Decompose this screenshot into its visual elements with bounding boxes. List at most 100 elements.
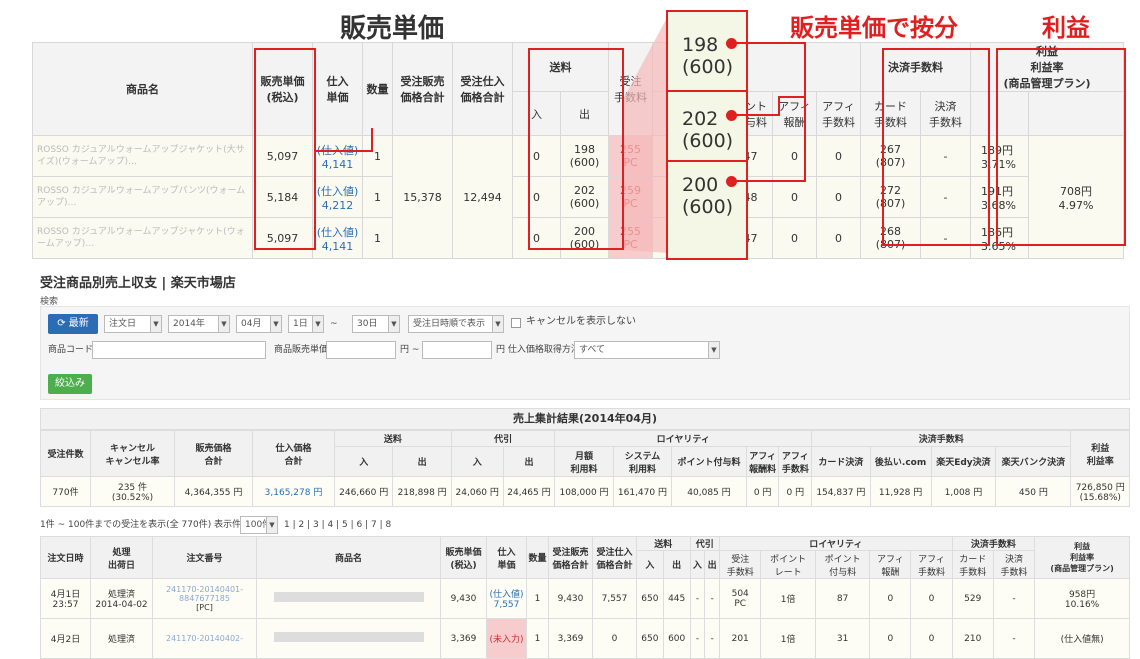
summary-value: 1,008 円 — [930, 476, 997, 507]
cod-in-cell: - — [689, 578, 706, 619]
detail-sub: アフィ 手数料 — [910, 550, 953, 579]
summary-sub: ポイント付与料 — [671, 446, 747, 477]
settle-cell: - — [992, 618, 1036, 659]
affi-charge-cell: 0 — [816, 135, 861, 177]
cod-in-cell: - — [689, 618, 706, 659]
pager-text: 1件 ~ 100件までの受注を表示(全 770件) 表示件数 — [40, 520, 251, 530]
summary-header: 受注件数 — [40, 430, 91, 477]
order-number-link[interactable]: 241170-20140402- — [152, 618, 257, 659]
annotation-title-apportion: 販売単価で按分 — [790, 14, 958, 42]
point-fee-cell: 87 — [814, 578, 871, 619]
detail-header: 販売単価 (税込) — [440, 536, 487, 579]
cost-link[interactable]: (仕入値)4,141 — [312, 217, 363, 259]
highlight-shipping-column — [528, 48, 624, 250]
cancel-checkbox-label: キャンセルを表示しない — [526, 316, 636, 327]
affi-charge-cell: 0 — [816, 217, 861, 259]
product-name — [256, 618, 441, 659]
cost-method-label: 円 仕入価格取得方法 — [496, 345, 580, 355]
ship-out-cell: 445 — [662, 578, 691, 619]
price-tilde: 円 ~ — [400, 345, 420, 355]
summary-value: 3,165,278 円 — [252, 476, 335, 507]
filter-button[interactable]: 絞込み — [48, 374, 92, 394]
page-link[interactable]: 6 — [357, 520, 363, 530]
year-select[interactable]: 2014年 ▼ — [168, 315, 230, 333]
sales-total-cell: 15,378 — [392, 135, 453, 259]
detail-header: 受注仕入 価格合計 — [592, 536, 637, 579]
order-number-link[interactable]: 241170-20140401- 8847677185 [PC] — [152, 578, 257, 619]
pagination[interactable]: 1 | 2 | 3 | 4 | 5 | 6 | 7 | 8 — [284, 516, 391, 534]
summary-sub: システム 利用料 — [612, 446, 673, 477]
price-cell: 9,430 — [440, 578, 487, 619]
day-from-select[interactable]: 1日 ▼ — [288, 315, 324, 333]
profit-cell: 958円 10.16% — [1034, 578, 1130, 619]
page-link[interactable]: 7 — [371, 520, 377, 530]
affi-fee-cell: 0 — [869, 618, 912, 659]
price-to-input[interactable] — [422, 341, 492, 359]
refresh-button[interactable]: ⟳ 最新 — [48, 314, 98, 334]
summary-value: 108,000 円 — [554, 476, 614, 507]
summary-header: 代引 — [450, 430, 556, 447]
day-to-select[interactable]: 30日 ▼ — [352, 315, 400, 333]
point-rate-cell: 1倍 — [760, 618, 816, 659]
cost-link[interactable]: (仕入値)4,141 — [312, 135, 363, 177]
detail-header: 処理 出荷日 — [90, 536, 153, 579]
per-page-select[interactable]: 100件 ▼ — [240, 516, 278, 534]
summary-sub: アフィ 報酬料 — [745, 446, 780, 477]
point-rate-cell: 1倍 — [760, 578, 816, 619]
cod-out-cell: - — [704, 618, 721, 659]
detail-sub: 入 — [636, 550, 664, 579]
connector-line — [736, 180, 806, 182]
connector-line — [315, 150, 373, 152]
date-type-select[interactable]: 注文日 ▼ — [104, 315, 162, 333]
qty-cell: 1 — [526, 578, 549, 619]
product-name[interactable]: ROSSO カジュアルウォームアップジャケット(大サイズ)(ウォームアップ)… — [32, 135, 253, 177]
page-link[interactable]: 3 — [313, 520, 319, 530]
annotation-title-price: 販売単価 — [340, 14, 445, 44]
summary-value: 450 円 — [995, 476, 1072, 507]
highlight-profit-column — [996, 48, 1126, 246]
connector-line — [778, 96, 780, 116]
affi-charge-cell: 0 — [910, 578, 953, 619]
summary-sub: 出 — [502, 446, 556, 477]
detail-sub: 出 — [662, 550, 691, 579]
product-name[interactable]: ROSSO カジュアルウォームアップパンツ(ウォームアップ)… — [32, 176, 253, 218]
detail-header: 商品名 — [256, 536, 441, 579]
summary-sub: 出 — [392, 446, 452, 477]
page-link[interactable]: 2 — [299, 520, 305, 530]
price-cell: 3,369 — [440, 618, 487, 659]
detail-sub: ポイント 付与料 — [814, 550, 871, 579]
sales-total-cell: 9,430 — [548, 578, 593, 619]
cost-total-cell: 12,494 — [452, 135, 513, 259]
product-code-input[interactable] — [92, 341, 266, 359]
detail-header: ロイヤリティ — [719, 536, 953, 551]
detail-header: 受注販売 価格合計 — [548, 536, 593, 579]
summary-value: 770件 — [40, 476, 91, 507]
cost-link[interactable]: (仕入値) 4,212 — [312, 176, 363, 218]
product-code-label: 商品コード — [48, 345, 94, 355]
cost-missing[interactable]: (未入力) — [486, 618, 527, 659]
page-title: 受注商品別売上収支 | 楽天市場店 — [40, 276, 236, 291]
cost-method-select[interactable]: すべて ▼ — [574, 341, 720, 359]
month-select[interactable]: 04月 ▼ — [236, 315, 282, 333]
summary-sub: アフィ 手数料 — [778, 446, 813, 477]
summary-value: 24,060 円 — [450, 476, 504, 507]
ship-in-cell: 650 — [636, 578, 664, 619]
product-name[interactable]: ROSSO カジュアルウォームアップジャケット(ウォームアップ)… — [32, 217, 253, 259]
summary-table: 受注件数 キャンセル キャンセル率 販売価格 合計 仕入価格 合計 送料 代引 … — [40, 430, 1130, 507]
col-sales-total: 受注販売 価格合計 — [392, 42, 453, 136]
page-link[interactable]: 4 — [328, 520, 334, 530]
fee-cell: 504 PC — [719, 578, 762, 619]
page-link[interactable]: 1 — [284, 520, 290, 530]
price-from-input[interactable] — [326, 341, 396, 359]
summary-value: 218,898 円 — [392, 476, 452, 507]
summary-sub: カード決済 — [811, 446, 871, 477]
cancel-checkbox[interactable] — [511, 318, 521, 328]
page-link[interactable]: 8 — [386, 520, 392, 530]
detail-sub: 入 — [689, 550, 706, 579]
cost-link[interactable]: (仕入値) 7,557 — [486, 578, 527, 619]
page-link[interactable]: 5 — [342, 520, 348, 530]
sort-select[interactable]: 受注日時順で表示 ▼ — [408, 315, 504, 333]
detail-sub: 決済 手数料 — [992, 550, 1036, 579]
summary-value: 40,085 円 — [671, 476, 747, 507]
zoom-wedge — [624, 12, 670, 253]
